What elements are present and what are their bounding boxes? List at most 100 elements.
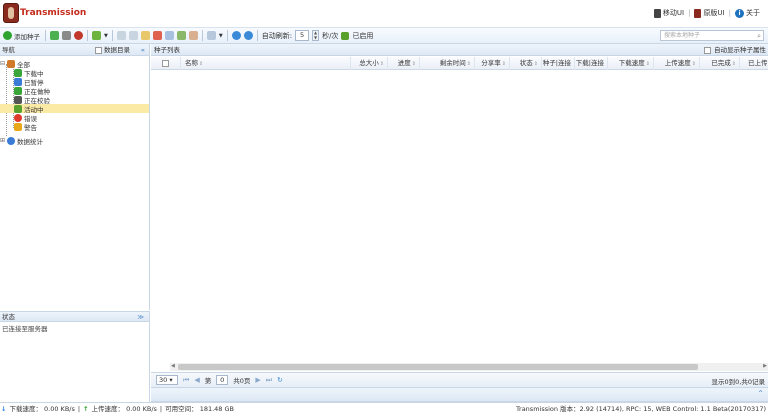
sort-icon: ⇕ bbox=[199, 61, 204, 67]
tree-line bbox=[6, 64, 7, 136]
queue-icon[interactable] bbox=[92, 31, 101, 40]
page-prefix-label: 第 bbox=[204, 377, 212, 385]
column-uploaded[interactable]: 已上传 bbox=[740, 57, 768, 70]
next-page-icon[interactable]: ▶ bbox=[255, 376, 260, 384]
scroll-right-icon[interactable]: ▶ bbox=[763, 363, 767, 369]
column-size[interactable]: 总大小⇕ bbox=[351, 57, 388, 70]
horizontal-scrollbar[interactable]: ◀ ▶ bbox=[170, 363, 768, 371]
free-space: 可用空间： 181.48 GB bbox=[165, 405, 234, 413]
pause-icon bbox=[14, 77, 22, 86]
refresh-icon[interactable] bbox=[231, 31, 241, 40]
page-size-select[interactable]: 30 ▾ bbox=[156, 375, 178, 385]
pause-icon[interactable] bbox=[128, 31, 138, 40]
toolbar-divider bbox=[87, 30, 88, 41]
expand-icon[interactable]: ⊟ bbox=[0, 60, 5, 67]
transmission-logo-icon bbox=[3, 3, 19, 23]
list-footer: ⌃ bbox=[151, 388, 768, 402]
page-total-label: 共0页 bbox=[233, 377, 251, 385]
sort-icon: ⇕ bbox=[466, 61, 471, 67]
pause-all-icon[interactable] bbox=[62, 31, 71, 40]
nav-tree: ⊟ 全部 下载中 已暂停 正在做种 正在校验 活动中 错误 警告 ⊞ 数据统计 bbox=[0, 56, 150, 310]
enabled-checkbox-icon[interactable] bbox=[341, 31, 350, 40]
original-ui-icon bbox=[694, 8, 702, 18]
expand-up-icon[interactable]: ⌃ bbox=[757, 389, 764, 398]
divider: | bbox=[77, 405, 81, 413]
upload-speed: 上传速度： 0.00 KB/s bbox=[91, 405, 157, 413]
select-all-checkbox[interactable] bbox=[162, 60, 169, 67]
refresh-spinner[interactable]: ▲ ▼ bbox=[312, 30, 320, 41]
refresh-unit-label: 秒/次 bbox=[322, 31, 339, 40]
stop-icon[interactable] bbox=[74, 31, 83, 40]
search-input[interactable]: 搜索本地种子 ⌕ bbox=[660, 30, 764, 41]
first-page-icon[interactable]: ⏮ bbox=[183, 376, 189, 385]
original-ui-link[interactable]: 原版UI bbox=[694, 8, 725, 18]
column-ratio[interactable]: 分享率⇕ bbox=[475, 57, 510, 70]
expand-icon[interactable]: ⊞ bbox=[0, 137, 5, 144]
data-dir-checkbox[interactable] bbox=[95, 46, 102, 54]
sort-icon: ⇕ bbox=[731, 61, 736, 67]
check-icon bbox=[14, 95, 22, 104]
auto-show-attrs-toggle[interactable]: 自动显示种子属性 bbox=[704, 44, 766, 56]
tracker-icon[interactable] bbox=[176, 31, 186, 40]
select-all-column[interactable] bbox=[151, 57, 181, 70]
data-dir-toggle[interactable]: 数据目录 bbox=[95, 44, 130, 56]
start-all-icon[interactable] bbox=[50, 31, 59, 40]
settings-icon[interactable] bbox=[243, 31, 253, 40]
verify-icon[interactable] bbox=[164, 31, 174, 40]
mobile-icon bbox=[653, 8, 661, 18]
chevron-down-icon[interactable]: ▼ bbox=[104, 33, 108, 39]
folder-icon[interactable] bbox=[140, 31, 150, 40]
column-upload-speed[interactable]: 上传速度⇕ bbox=[654, 57, 700, 70]
seed-icon bbox=[14, 86, 22, 95]
tree-item-stats[interactable]: ⊞ 数据统计 bbox=[0, 136, 43, 146]
column-download-speed[interactable]: 下载速度⇕ bbox=[608, 57, 654, 70]
about-link[interactable]: i 关于 bbox=[735, 8, 760, 18]
chevron-down-icon[interactable]: ≫ bbox=[137, 312, 144, 322]
download-speed: 下载速度： 0.00 KB/s bbox=[9, 405, 75, 413]
last-page-icon[interactable]: ⏭ bbox=[266, 376, 272, 385]
divider: | bbox=[728, 9, 731, 17]
toolbar-divider bbox=[45, 30, 46, 41]
status-message: 已连接至服务器 bbox=[2, 325, 48, 333]
page-number-input[interactable]: 0 bbox=[216, 375, 229, 385]
column-remaining[interactable]: 剩余时间⇕ bbox=[420, 57, 475, 70]
start-icon[interactable] bbox=[116, 31, 126, 40]
toolbar-divider bbox=[256, 30, 258, 41]
scroll-left-icon[interactable]: ◀ bbox=[171, 363, 175, 369]
mobile-ui-link[interactable]: 移动UI bbox=[653, 8, 684, 18]
delete-icon[interactable] bbox=[152, 31, 162, 40]
refresh-interval-input[interactable]: 5 bbox=[295, 30, 310, 41]
column-peers[interactable]: 下载|连接 bbox=[575, 57, 608, 70]
add-icon bbox=[3, 31, 12, 40]
scrollbar-thumb[interactable] bbox=[178, 364, 698, 370]
add-torrent-button[interactable]: 添加种子 bbox=[2, 30, 41, 42]
chevron-down-icon[interactable]: ▼ bbox=[219, 33, 223, 39]
rename-icon[interactable] bbox=[188, 31, 198, 40]
toolbar-divider bbox=[111, 30, 113, 41]
status-bar: ↓ 下载速度： 0.00 KB/s | ↑ 上传速度： 0.00 KB/s | … bbox=[0, 402, 768, 415]
tree-item-warning[interactable]: 警告 bbox=[14, 122, 37, 132]
search-icon[interactable]: ⌕ bbox=[757, 31, 761, 41]
column-status[interactable]: 状态⇕ bbox=[510, 57, 542, 70]
auto-show-checkbox[interactable] bbox=[704, 46, 711, 54]
version-info: Transmission 版本：2.92 (14714), RPC: 15, W… bbox=[516, 405, 766, 413]
sort-icon: ⇕ bbox=[645, 61, 650, 67]
enabled-label: 已启用 bbox=[352, 31, 374, 40]
column-name[interactable]: 名称⇕ bbox=[181, 57, 351, 70]
pagination-bar: 30 ▾ ⏮ ◀ 第 0 共0页 ▶ ⏭ ↻ 显示0到0,共0记录 bbox=[151, 372, 768, 388]
torrent-list-body[interactable] bbox=[151, 70, 768, 362]
tree-item-active[interactable]: 活动中 bbox=[0, 104, 149, 114]
record-summary: 显示0到0,共0记录 bbox=[711, 378, 765, 386]
column-completed[interactable]: 已完成⇕ bbox=[700, 57, 740, 70]
column-progress[interactable]: 进度⇕ bbox=[388, 57, 420, 70]
divider: | bbox=[688, 9, 691, 17]
upload-arrow-icon: ↑ bbox=[83, 405, 89, 413]
column-seeds[interactable]: 种子|连接 bbox=[542, 57, 575, 70]
download-arrow-icon: ↓ bbox=[1, 405, 7, 413]
reload-icon[interactable]: ↻ bbox=[277, 376, 283, 384]
stats-icon bbox=[7, 136, 15, 145]
move-icon[interactable] bbox=[206, 31, 216, 40]
prev-page-icon[interactable]: ◀ bbox=[194, 376, 199, 384]
download-icon bbox=[14, 68, 22, 77]
collapse-nav-icon[interactable]: « bbox=[141, 44, 145, 56]
